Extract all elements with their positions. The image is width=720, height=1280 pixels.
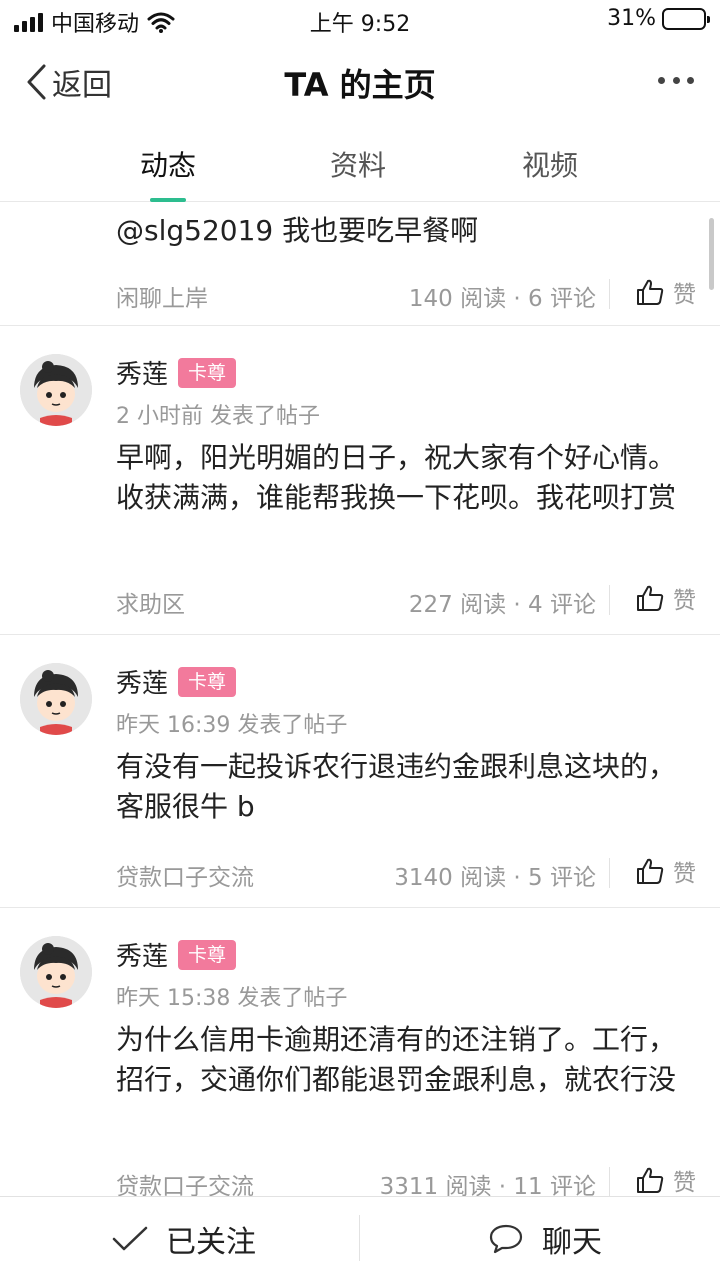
post-content: 早啊，阳光明媚的日子，祝大家有个好心情。收获满满，谁能帮我换一下花呗。我花呗打赏: [116, 441, 677, 514]
author-row: 秀莲 卡尊: [116, 354, 237, 391]
like-button[interactable]: 赞: [635, 854, 696, 888]
like-label: 赞: [673, 282, 696, 308]
post-footer: 贷款口子交流 3140 阅读 · 5 评论 赞: [116, 852, 696, 892]
post-footer: 闲聊上岸 140 阅读 · 6 评论 赞: [116, 273, 696, 313]
avatar[interactable]: [20, 936, 92, 1008]
status-badge: 卡尊: [178, 666, 237, 697]
post-item[interactable]: @slg52019 我也要吃早餐啊 闲聊上岸 140 阅读 · 6 评论 赞: [0, 203, 720, 326]
author-row: 秀莲 卡尊: [116, 936, 237, 973]
like-button[interactable]: 赞: [635, 1163, 696, 1196]
post-stats: 227 阅读 · 4 评论: [408, 592, 596, 618]
like-label: 赞: [673, 1170, 696, 1196]
divider: [359, 1215, 360, 1261]
author-name[interactable]: 秀莲: [116, 354, 168, 391]
post-content: 有没有一起投诉农行退违约金跟利息这块的，客服很牛 b: [116, 750, 677, 823]
page-title: TA 的主页: [284, 66, 436, 104]
post-category[interactable]: 闲聊上岸: [116, 279, 208, 313]
author-row: 秀莲 卡尊: [116, 663, 237, 700]
status-right: 31%: [607, 6, 710, 31]
tab-bar: 动态 资料 视频: [0, 124, 720, 202]
post-stats: 3140 阅读 · 5 评论: [394, 865, 596, 891]
thumbs-up-icon: [637, 279, 664, 305]
post-stats: 3311 阅读 · 11 评论: [379, 1174, 596, 1196]
post-footer: 求助区 227 阅读 · 4 评论 赞: [116, 579, 696, 619]
like-button[interactable]: 赞: [635, 581, 696, 615]
status-bar: 中国移动 上午 9:52 31%: [0, 0, 720, 40]
thumbs-up-icon: [637, 858, 664, 884]
author-name[interactable]: 秀莲: [116, 663, 168, 700]
feed[interactable]: @slg52019 我也要吃早餐啊 闲聊上岸 140 阅读 · 6 评论 赞 秀…: [0, 203, 720, 1196]
divider: [609, 1167, 610, 1196]
tab-shipin[interactable]: 视频: [522, 144, 578, 184]
divider: [609, 858, 610, 888]
chat-bubble-icon: [489, 1224, 523, 1254]
avatar[interactable]: [20, 354, 92, 426]
post-category[interactable]: 贷款口子交流: [116, 1167, 254, 1196]
thumbs-up-icon: [637, 1167, 664, 1193]
post-content: 为什么信用卡逾期还清有的还注销了。工行，招行，交通你们都能退罚金跟利息，就农行没: [116, 1023, 677, 1096]
post-footer: 贷款口子交流 3311 阅读 · 11 评论 赞: [116, 1161, 696, 1196]
author-name[interactable]: 秀莲: [116, 936, 168, 973]
like-label: 赞: [673, 861, 696, 887]
nav-bar: 返回 TA 的主页: [0, 40, 720, 124]
more-icon[interactable]: [658, 60, 694, 100]
avatar[interactable]: [20, 663, 92, 735]
post-item[interactable]: 秀莲 卡尊 昨天 16:39 发表了帖子 有没有一起投诉农行退违约金跟利息这块的…: [0, 635, 720, 908]
status-badge: 卡尊: [178, 939, 237, 970]
thumbs-up-icon: [637, 585, 664, 611]
post-content: @slg52019 我也要吃早餐啊: [116, 214, 479, 247]
battery-icon: [662, 7, 710, 30]
chat-button[interactable]: 聊天: [488, 1217, 602, 1261]
post-item[interactable]: 秀莲 卡尊 昨天 15:38 发表了帖子 为什么信用卡逾期还清有的还注销了。工行…: [0, 908, 720, 1196]
tab-ziliao[interactable]: 资料: [330, 144, 386, 184]
tab-dongtai[interactable]: 动态: [140, 144, 196, 184]
bottom-bar: 已关注 聊天: [0, 1196, 720, 1280]
post-category[interactable]: 贷款口子交流: [116, 858, 254, 892]
chat-label: 聊天: [542, 1225, 602, 1260]
follow-button[interactable]: 已关注: [112, 1217, 256, 1261]
status-badge: 卡尊: [178, 357, 237, 388]
post-item[interactable]: 秀莲 卡尊 2 小时前 发表了帖子 早啊，阳光明媚的日子，祝大家有个好心情。收获…: [0, 326, 720, 635]
tab-indicator: [150, 198, 186, 202]
post-time: 昨天 16:39 发表了帖子: [116, 713, 348, 738]
divider: [609, 279, 610, 309]
scrollbar[interactable]: [709, 218, 714, 290]
like-button[interactable]: 赞: [635, 275, 696, 309]
post-stats: 140 阅读 · 6 评论: [408, 286, 596, 312]
follow-label: 已关注: [166, 1225, 256, 1260]
like-label: 赞: [673, 588, 696, 614]
post-time: 2 小时前 发表了帖子: [116, 404, 320, 429]
post-time: 昨天 15:38 发表了帖子: [116, 986, 348, 1011]
check-icon: [112, 1226, 148, 1251]
divider: [609, 585, 610, 615]
battery-percent: 31%: [607, 6, 656, 31]
post-category[interactable]: 求助区: [116, 585, 185, 619]
